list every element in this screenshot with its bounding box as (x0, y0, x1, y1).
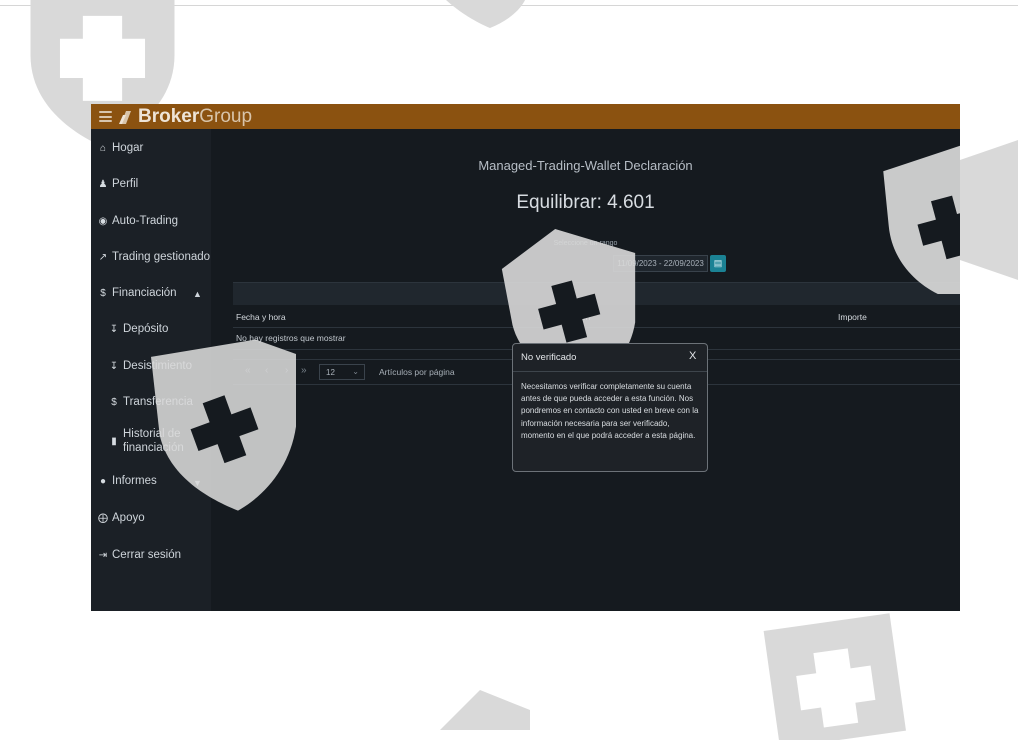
column-header-datetime[interactable]: Fecha y hora (236, 312, 286, 322)
sidebar-item-profile[interactable]: ♟ Perfil (98, 178, 139, 190)
sidebar-item-managed-trading[interactable]: ↗ Trading gestionado (98, 251, 210, 263)
page-title: Managed-Trading-Wallet Declaración (478, 158, 693, 173)
modal-close-button[interactable]: X (689, 350, 696, 362)
range-label: Seleccione un rango (553, 240, 618, 247)
sidebar-item-home[interactable]: ⌂ Hogar (98, 142, 143, 154)
sort-icon[interactable]: ↓ (536, 312, 540, 321)
top-divider (0, 5, 1018, 6)
watermark-shield-icon (440, 690, 530, 730)
chevron-up-icon[interactable]: ▲ (193, 289, 202, 299)
sidebar-item-transfer[interactable]: $ Transferencia (109, 396, 193, 408)
column-header-amount[interactable]: Importe (838, 312, 867, 322)
robot-icon: ◉ (98, 215, 108, 227)
logo-mark-icon (119, 110, 131, 124)
trend-icon: ↗ (98, 251, 108, 263)
calendar-icon: ▤ (713, 258, 723, 268)
table-toolbar (233, 282, 960, 305)
sidebar-item-deposit[interactable]: ↧ Depósito (109, 323, 169, 335)
date-range-input[interactable]: 11/09/2023 - 22/09/2023 (613, 255, 708, 272)
last-page-button[interactable]: » (301, 365, 307, 376)
calendar-button[interactable]: ▤ (710, 255, 726, 272)
watermark-shield-icon (960, 140, 1018, 280)
money-icon: $ (100, 287, 106, 299)
table-header: Fecha y hora ↓ Descripción Importe (233, 307, 960, 328)
sidebar-item-logout[interactable]: ⇥ Cerrar sesión (98, 549, 181, 561)
sidebar-item-reports[interactable]: ● Informes (98, 475, 157, 487)
column-header-description[interactable]: Descripción (546, 312, 590, 322)
not-verified-modal: No verificado X Necesitamos verificar co… (512, 343, 708, 472)
home-icon: ⌂ (99, 142, 107, 154)
brand-logo[interactable]: BrokerGroup (118, 106, 252, 128)
sidebar-item-financing[interactable]: $ Financiación (98, 287, 176, 299)
document-icon: ▮ (111, 435, 117, 447)
modal-title: No verificado (521, 352, 577, 363)
prev-page-button[interactable]: ‹ (265, 365, 268, 376)
sidebar-item-withdrawal[interactable]: ↧ Desistimiento (109, 360, 192, 372)
chevron-down-icon[interactable]: ▼ (193, 478, 202, 488)
sidebar: ⌂ Hogar ♟ Perfil ◉ Auto-Trading ↗ Trading ge… (91, 129, 211, 611)
next-page-button[interactable]: › (285, 365, 288, 376)
sidebar-item-funding-history[interactable]: ▮ Historial de financiación (109, 427, 184, 455)
empty-message: No hay registros que mostrar (236, 333, 346, 343)
transfer-icon: $ (111, 396, 117, 408)
top-bar: BrokerGroup (91, 104, 960, 129)
sidebar-item-support[interactable]: ⨁ Apoyo (98, 512, 145, 524)
modal-message: Necesitamos verificar completamente su c… (521, 382, 699, 440)
support-icon: ⨁ (98, 512, 108, 524)
first-page-button[interactable]: « (245, 365, 251, 376)
app-window: BrokerGroup ⌂ Hogar ♟ Perfil ◉ Auto-Trading… (91, 104, 960, 611)
chevron-down-icon: ⌄ (352, 367, 359, 376)
deposit-icon: ↧ (109, 323, 119, 335)
logout-icon: ⇥ (98, 549, 108, 561)
sidebar-item-auto-trading[interactable]: ◉ Auto-Trading (98, 215, 178, 227)
watermark-shield-icon (763, 613, 906, 740)
modal-header: No verificado X (513, 344, 707, 372)
info-icon: ● (99, 475, 107, 487)
hamburger-menu-icon[interactable] (99, 111, 112, 122)
brand-name-light: Group (199, 106, 253, 127)
balance-display: Equilibrar: 4.601 (516, 192, 655, 213)
withdraw-icon: ↧ (109, 360, 119, 372)
brand-name-bold: Broker (138, 106, 200, 127)
user-icon: ♟ (98, 178, 108, 190)
page-size-label: Artículos por página (379, 367, 455, 377)
page-size-select[interactable]: 12 ⌄ (319, 364, 365, 380)
